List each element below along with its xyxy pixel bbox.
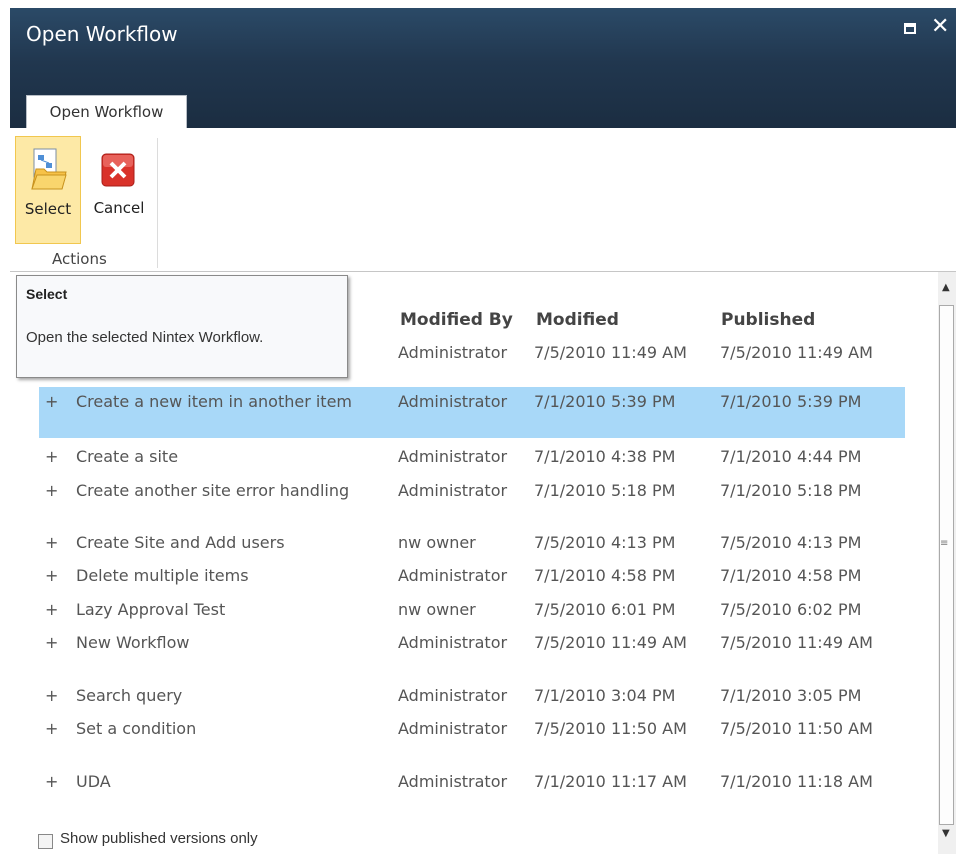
cell-modified-by: Administrator: [398, 719, 508, 738]
table-row[interactable]: + Delete multiple items Administrator 7/…: [39, 561, 905, 591]
scroll-down-arrow-icon[interactable]: ▼: [942, 828, 950, 839]
tab-open-workflow[interactable]: Open Workflow: [26, 95, 187, 128]
cell-published: 7/1/2010 5:39 PM: [720, 392, 862, 411]
table-row[interactable]: + Lazy Approval Test nw owner 7/5/2010 6…: [39, 595, 905, 625]
published-only-label[interactable]: Show published versions only: [60, 830, 258, 847]
cell-published: 7/1/2010 4:44 PM: [720, 447, 862, 466]
cell-modified-by: Administrator: [398, 633, 508, 652]
table-row[interactable]: + UDA Administrator 7/1/2010 11:17 AM 7/…: [39, 767, 905, 817]
scroll-up-arrow-icon[interactable]: ▲: [942, 282, 950, 293]
cell-modified-by: nw owner: [398, 600, 476, 619]
cell-modified: 7/5/2010 4:13 PM: [534, 533, 676, 552]
cell-published: 7/5/2010 11:49 AM: [720, 343, 873, 362]
expand-plus-icon[interactable]: +: [45, 719, 58, 738]
cell-modified: 7/5/2010 11:50 AM: [534, 719, 687, 738]
cancel-x-icon: [101, 153, 135, 187]
cell-modified: 7/5/2010 11:49 AM: [534, 343, 687, 362]
column-header-published[interactable]: Published: [721, 310, 815, 330]
cell-published: 7/1/2010 11:18 AM: [720, 772, 873, 791]
ribbon: [10, 128, 956, 272]
cell-name: Create another site error handling: [76, 481, 350, 500]
scrollbar-grip-icon: ≡: [940, 538, 949, 549]
ribbon-group-divider: [157, 138, 158, 268]
cell-modified-by: nw owner: [398, 533, 476, 552]
close-icon[interactable]: ✕: [931, 15, 949, 39]
cell-modified: 7/1/2010 5:18 PM: [534, 481, 676, 500]
select-tooltip: Select Open the selected Nintex Workflow…: [16, 275, 348, 378]
cell-published: 7/1/2010 5:18 PM: [720, 481, 862, 500]
cell-modified: 7/1/2010 5:39 PM: [534, 392, 676, 411]
cell-published: 7/5/2010 11:50 AM: [720, 719, 873, 738]
expand-plus-icon[interactable]: +: [45, 686, 58, 705]
cell-modified-by: Administrator: [398, 566, 508, 585]
table-row[interactable]: + Create a site Administrator 7/1/2010 4…: [39, 442, 905, 472]
vertical-scrollbar[interactable]: ▲ ≡ ▼: [938, 272, 956, 854]
cancel-button-label: Cancel: [93, 199, 145, 217]
table-row[interactable]: + New Workflow Administrator 7/5/2010 11…: [39, 628, 905, 678]
cell-modified-by: Administrator: [398, 447, 508, 466]
cell-modified-by: Administrator: [398, 392, 508, 411]
table-row[interactable]: + Create a new item in another item Admi…: [39, 387, 905, 438]
column-header-modified[interactable]: Modified: [536, 310, 619, 330]
cell-name: Search query: [76, 686, 183, 705]
table-row[interactable]: + Create another site error handling Adm…: [39, 476, 905, 526]
select-button[interactable]: Select: [15, 136, 81, 244]
expand-plus-icon[interactable]: +: [45, 600, 58, 619]
expand-plus-icon[interactable]: +: [45, 772, 58, 791]
expand-plus-icon[interactable]: +: [45, 481, 58, 500]
column-header-modified-by[interactable]: Modified By: [400, 310, 513, 330]
cell-published: 7/1/2010 3:05 PM: [720, 686, 862, 705]
open-workflow-icon: [31, 148, 67, 190]
cell-name: Set a condition: [76, 719, 197, 738]
cell-modified-by: Administrator: [398, 343, 508, 362]
cell-modified: 7/5/2010 6:01 PM: [534, 600, 676, 619]
tooltip-body: Open the selected Nintex Workflow.: [26, 329, 264, 346]
cell-published: 7/1/2010 4:58 PM: [720, 566, 862, 585]
expand-plus-icon[interactable]: +: [45, 566, 58, 585]
cell-modified-by: Administrator: [398, 686, 508, 705]
expand-plus-icon[interactable]: +: [45, 533, 58, 552]
cell-modified: 7/1/2010 11:17 AM: [534, 772, 687, 791]
cell-published: 7/5/2010 4:13 PM: [720, 533, 862, 552]
expand-plus-icon[interactable]: +: [45, 633, 58, 652]
cancel-button[interactable]: Cancel: [88, 136, 150, 244]
table-row[interactable]: + Create Site and Add users nw owner 7/5…: [39, 528, 905, 558]
cell-published: 7/5/2010 11:49 AM: [720, 633, 873, 652]
cell-modified: 7/5/2010 11:49 AM: [534, 633, 687, 652]
cell-name: Lazy Approval Test: [76, 600, 226, 619]
cell-name: Create a new item in another item: [76, 392, 353, 411]
cell-modified: 7/1/2010 3:04 PM: [534, 686, 676, 705]
cell-name: Delete multiple items: [76, 566, 249, 585]
scrollbar-thumb[interactable]: [939, 305, 954, 825]
cell-modified-by: Administrator: [398, 772, 508, 791]
expand-plus-icon[interactable]: +: [45, 447, 58, 466]
maximize-icon[interactable]: [904, 23, 916, 34]
published-only-checkbox[interactable]: [38, 834, 53, 849]
expand-plus-icon[interactable]: +: [45, 392, 58, 411]
ribbon-group-label: Actions: [52, 250, 107, 268]
tooltip-title: Select: [26, 286, 68, 302]
cell-modified-by: Administrator: [398, 481, 508, 500]
cell-modified: 7/1/2010 4:38 PM: [534, 447, 676, 466]
cell-name: Create Site and Add users: [76, 533, 285, 552]
cell-published: 7/5/2010 6:02 PM: [720, 600, 862, 619]
cell-name: UDA: [76, 772, 111, 791]
cell-name: New Workflow: [76, 633, 190, 652]
cell-name: Create a site: [76, 447, 179, 466]
table-row[interactable]: + Search query Administrator 7/1/2010 3:…: [39, 681, 905, 711]
dialog-title: Open Workflow: [26, 22, 178, 46]
table-row[interactable]: + Set a condition Administrator 7/5/2010…: [39, 714, 905, 764]
cell-modified: 7/1/2010 4:58 PM: [534, 566, 676, 585]
select-button-label: Select: [24, 200, 72, 218]
